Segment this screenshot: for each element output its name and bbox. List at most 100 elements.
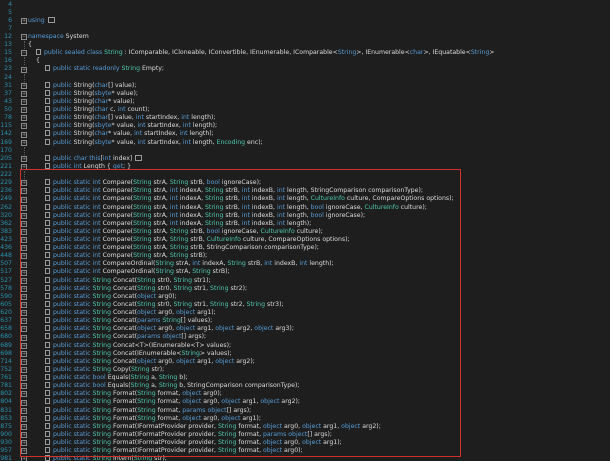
code-line[interactable]: 169 + public String(sbyte* value, int star… <box>0 138 610 147</box>
expand-icon[interactable]: + <box>21 253 27 260</box>
code-line[interactable]: 115 + public String(sbyte* value, int star… <box>0 122 610 130</box>
code-line[interactable]: 142 + public String(char* value, int start… <box>0 130 610 138</box>
code-line[interactable]: 7 <box>0 25 610 33</box>
expand-icon[interactable]: + <box>21 107 27 114</box>
expand-icon[interactable]: + <box>21 383 27 390</box>
collapsed-block-icon[interactable] <box>47 16 55 23</box>
expand-icon[interactable]: + <box>21 358 27 365</box>
expand-icon[interactable]: + <box>21 448 27 455</box>
expand-icon[interactable]: + <box>21 155 27 162</box>
expand-icon[interactable]: + <box>21 432 27 439</box>
expand-icon[interactable]: + <box>21 220 27 227</box>
expand-icon[interactable]: + <box>21 391 27 398</box>
expand-icon[interactable]: + <box>21 82 27 89</box>
collapse-icon[interactable]: − <box>21 34 27 41</box>
expand-icon[interactable]: + <box>21 334 27 341</box>
expand-icon[interactable]: + <box>21 188 27 195</box>
code-line[interactable]: 517 + public static int CompareOrdinal(Str… <box>0 268 610 276</box>
expand-icon[interactable]: + <box>21 269 27 276</box>
code-line[interactable]: 31 + public String(char[] value); <box>0 81 610 90</box>
code-line[interactable]: 249 + public static int Compare(String str… <box>0 195 610 203</box>
expand-icon[interactable]: + <box>21 237 27 244</box>
expand-icon[interactable]: + <box>21 66 27 73</box>
code-line[interactable]: 637 + public static String Concat(params S… <box>0 317 610 325</box>
code-line[interactable]: 37 + public String(sbyte* value); <box>0 89 610 98</box>
code-line[interactable]: 436 + public static int Compare(String str… <box>0 244 610 252</box>
expand-icon[interactable]: + <box>21 302 27 309</box>
expand-icon[interactable]: + <box>21 277 27 284</box>
expand-icon[interactable]: + <box>21 407 27 414</box>
expand-icon[interactable]: + <box>21 310 27 317</box>
expand-icon[interactable]: + <box>21 285 27 292</box>
code-line[interactable]: 12 − namespace System <box>0 33 610 41</box>
code-line[interactable]: 320 + public static int Compare(String str… <box>0 211 610 220</box>
code-line[interactable]: 831 + public static String Format(String f… <box>0 406 610 415</box>
code-line[interactable]: 24 <box>0 73 610 82</box>
code-line[interactable]: 802 + public static String Format(String f… <box>0 390 610 398</box>
code-line[interactable]: 170 <box>0 146 610 155</box>
expand-icon[interactable]: + <box>21 261 27 268</box>
expand-icon[interactable]: + <box>21 375 27 382</box>
code-line[interactable]: 205 + public char this[int index] <box>0 154 610 163</box>
expand-icon[interactable]: + <box>21 180 27 187</box>
code-line[interactable]: 5 <box>0 9 610 17</box>
expand-icon[interactable]: + <box>21 17 27 24</box>
code-line[interactable]: 16 { <box>0 57 610 66</box>
collapse-icon[interactable]: − <box>21 50 27 57</box>
code-line[interactable]: 362 + public static int Compare(String str… <box>0 219 610 228</box>
expand-icon[interactable]: + <box>21 367 27 374</box>
expand-icon[interactable]: + <box>21 204 27 211</box>
code-line[interactable]: 658 + public static String Concat(object a… <box>0 325 610 333</box>
expand-icon[interactable]: + <box>21 229 27 236</box>
code-editor[interactable]: 4 5 6 + using 7 12− namespace System 13{15− publi… <box>0 0 610 461</box>
expand-icon[interactable]: + <box>21 350 27 357</box>
code-line[interactable]: 262 + public static int Compare(String str… <box>0 203 610 212</box>
code-line[interactable]: 4 <box>0 1 610 9</box>
expand-icon[interactable]: + <box>21 456 27 461</box>
code-line[interactable]: 527 + public static String Concat(String s… <box>0 276 610 285</box>
expand-icon[interactable]: + <box>21 212 27 219</box>
expand-icon[interactable]: + <box>21 123 27 130</box>
code-line[interactable]: 507 + public static int CompareOrdinal(Str… <box>0 260 610 268</box>
code-line[interactable]: 236 + public static int Compare(String str… <box>0 187 610 195</box>
expand-icon[interactable]: + <box>21 294 27 300</box>
expand-icon[interactable]: + <box>21 423 27 430</box>
code-line[interactable]: 689 + public static String Concat<T>(IEnum… <box>0 341 610 350</box>
expand-icon[interactable]: + <box>21 115 27 122</box>
code-line[interactable]: 13 { <box>0 41 610 50</box>
code-line[interactable]: 853 + public static String Format(String f… <box>0 414 610 423</box>
code-line[interactable]: 930 + public static String Format(IFormatP… <box>0 438 610 447</box>
code-line[interactable]: 383 + public static int Compare(String str… <box>0 227 610 236</box>
code-line[interactable]: 781 + public static bool Equals(String a, … <box>0 382 610 390</box>
code-line[interactable]: 875 + public static String Format(IFormatP… <box>0 422 610 431</box>
code-line[interactable]: 714 + public static String Concat(object a… <box>0 357 610 366</box>
code-line[interactable]: 752 + public static String Copy(String str… <box>0 365 610 374</box>
code-line[interactable]: 15 − public sealed class String : ICompara… <box>0 49 610 57</box>
code-line[interactable]: 50 + public String(char c, int count); <box>0 106 610 114</box>
code-line[interactable]: 900 + public static String Format(IFormatP… <box>0 430 610 439</box>
code-line[interactable]: 605 + public static String Concat(String s… <box>0 300 610 309</box>
code-line[interactable]: 761 + public static bool Equals(String a, … <box>0 374 610 382</box>
code-line[interactable]: 423 + public static int Compare(String str… <box>0 235 610 244</box>
code-line[interactable]: 43 + public String(char* value); <box>0 97 610 106</box>
expand-icon[interactable]: + <box>21 415 27 422</box>
expand-icon[interactable]: + <box>21 245 27 252</box>
code-line[interactable]: 221 + public int Length { get; } <box>0 162 610 171</box>
expand-icon[interactable]: + <box>21 196 27 203</box>
code-line[interactable]: 590 + public static String Concat(object a… <box>0 292 610 301</box>
expand-icon[interactable]: + <box>21 399 27 406</box>
expand-icon[interactable]: + <box>21 318 27 325</box>
collapsed-block-icon[interactable] <box>135 154 143 161</box>
expand-icon[interactable]: + <box>21 131 27 138</box>
expand-icon[interactable]: + <box>21 440 27 447</box>
code-line[interactable]: 448 + public static int Compare(String str… <box>0 252 610 260</box>
code-line[interactable]: 680 + public static String Concat(params o… <box>0 333 610 341</box>
code-line[interactable]: 578 + public static String Concat(String s… <box>0 284 610 293</box>
expand-icon[interactable]: + <box>21 326 27 333</box>
code-line[interactable]: 804 + public static String Format(String f… <box>0 398 610 406</box>
expand-icon[interactable]: + <box>21 342 27 349</box>
expand-icon[interactable]: + <box>21 99 27 106</box>
code-line[interactable]: 981 + public static String Intern(String s… <box>0 455 610 461</box>
code-line[interactable]: 78 + public String(char[] value, int start… <box>0 114 610 122</box>
code-line[interactable]: 6 + using <box>0 16 610 25</box>
